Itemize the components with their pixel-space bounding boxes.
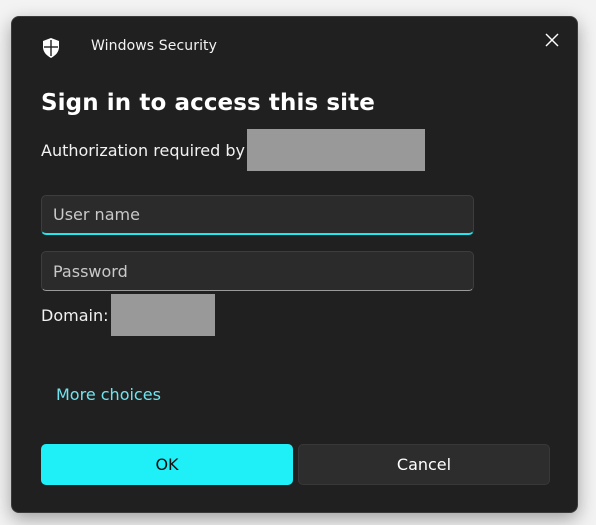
username-input[interactable]: [41, 195, 474, 235]
cancel-button[interactable]: Cancel: [298, 444, 550, 485]
authorization-label: Authorization required by: [41, 140, 245, 160]
shield-icon: [43, 38, 59, 58]
close-button[interactable]: [539, 27, 565, 53]
domain-label: Domain:: [41, 305, 109, 325]
dialog-heading: Sign in to access this site: [41, 90, 375, 116]
authorization-line: Authorization required by: [41, 129, 425, 171]
more-choices-link[interactable]: More choices: [56, 385, 161, 404]
redacted-site-name: [247, 129, 425, 171]
redacted-domain-name: [111, 294, 216, 336]
window-title: Windows Security: [91, 38, 218, 54]
ok-button[interactable]: OK: [41, 444, 293, 485]
domain-line: Domain:: [41, 294, 216, 336]
password-input[interactable]: [41, 251, 474, 291]
windows-security-dialog: Windows Security Sign in to access this …: [11, 16, 578, 513]
close-icon: [545, 33, 559, 47]
